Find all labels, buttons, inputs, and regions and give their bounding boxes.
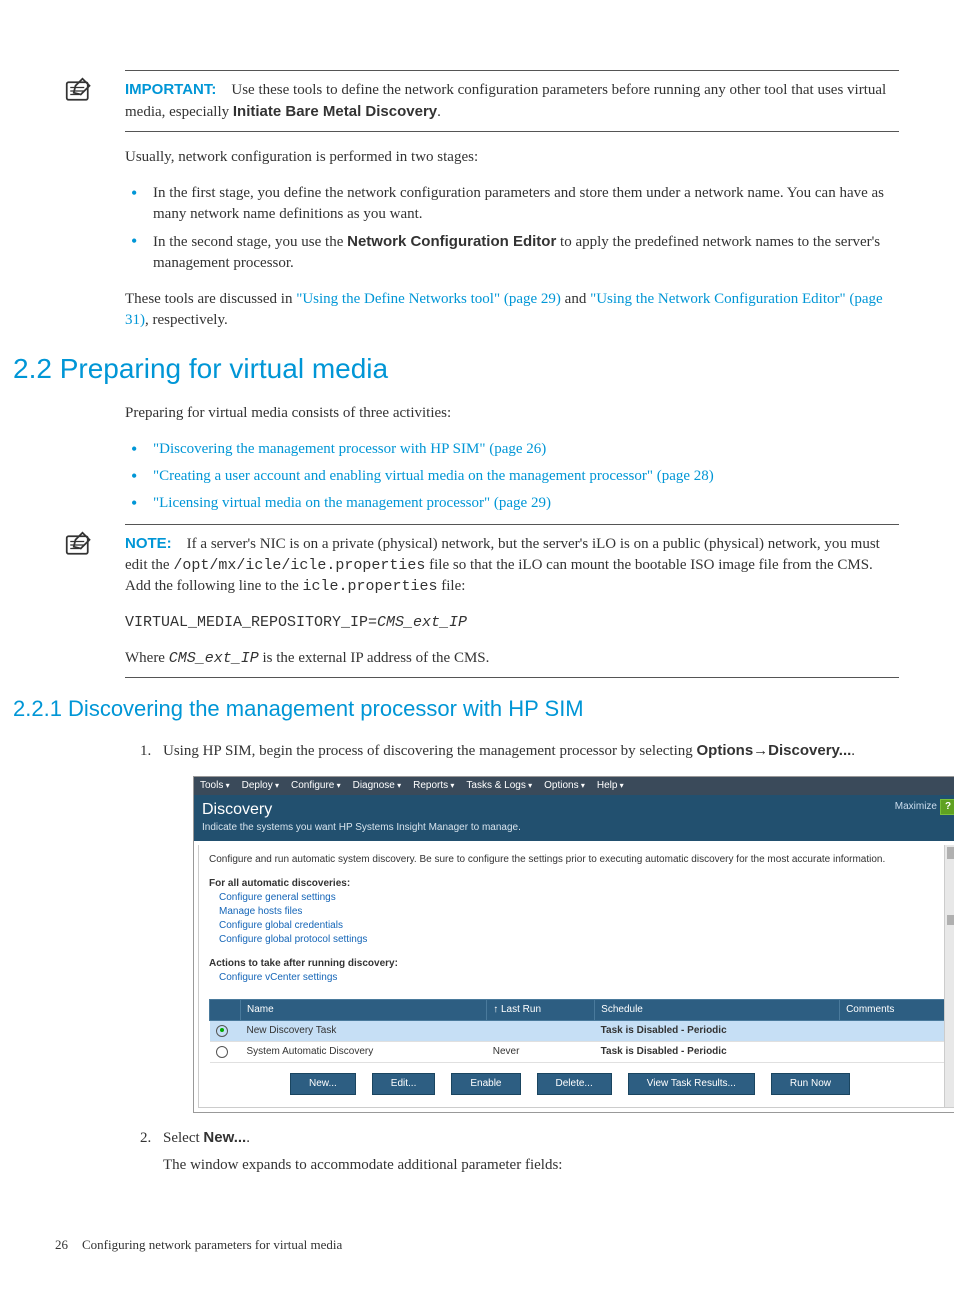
prep-intro: Preparing for virtual media consists of … <box>125 403 899 424</box>
list-item: In the second stage, you use the Network… <box>125 231 899 274</box>
scrollbar[interactable] <box>944 845 954 1107</box>
help-icon[interactable]: ? <box>940 799 954 815</box>
where-text: Where CMS_ext_IP is the external IP addr… <box>125 648 899 669</box>
steps-list: Using HP SIM, begin the process of disco… <box>115 740 899 1176</box>
tools-paragraph: These tools are discussed in "Using the … <box>125 289 899 331</box>
cell-schedule: Task is Disabled - Periodic <box>595 1021 840 1042</box>
menu-reports[interactable]: Reports <box>413 779 454 793</box>
link-manage-hosts[interactable]: Manage hosts files <box>219 905 931 919</box>
group-label: Actions to take after running discovery: <box>209 957 931 971</box>
cell-name[interactable]: System Automatic Discovery <box>241 1042 487 1063</box>
link-vcenter-settings[interactable]: Configure vCenter settings <box>219 971 931 985</box>
th-schedule[interactable]: Schedule <box>595 1000 840 1021</box>
menu-tools[interactable]: Tools <box>200 779 230 793</box>
th-last-run[interactable]: Last Run <box>487 1000 595 1021</box>
note-icon <box>65 77 93 105</box>
list-item: "Licensing virtual media on the manageme… <box>125 493 899 514</box>
view-task-results-button[interactable]: View Task Results... <box>628 1073 755 1095</box>
step-item: Select New.... The window expands to acc… <box>155 1127 899 1176</box>
desc-text: Configure and run automatic system disco… <box>209 853 931 867</box>
list-item: "Creating a user account and enabling vi… <box>125 466 899 487</box>
important-callout: IMPORTANT: Use these tools to define the… <box>125 70 899 132</box>
edit-button[interactable]: Edit... <box>372 1073 436 1095</box>
th-comments[interactable]: Comments <box>840 1000 949 1021</box>
cell-last-run: Never <box>487 1042 595 1063</box>
step-subtext: The window expands to accommodate additi… <box>163 1155 899 1176</box>
code-line: VIRTUAL_MEDIA_REPOSITORY_IP=CMS_ext_IP <box>125 612 899 633</box>
group-label: For all automatic discoveries: <box>209 877 931 891</box>
new-button[interactable]: New... <box>290 1073 356 1095</box>
menu-configure[interactable]: Configure <box>291 779 341 793</box>
note-icon <box>65 531 93 559</box>
subsection-heading: 2.2.1 Discovering the management process… <box>13 694 899 725</box>
panel-header: Discovery Indicate the systems you want … <box>194 795 954 841</box>
link-discovering-mp[interactable]: "Discovering the management processor wi… <box>153 441 546 457</box>
link-creating-user[interactable]: "Creating a user account and enabling vi… <box>153 468 714 484</box>
th-name[interactable]: Name <box>241 1000 487 1021</box>
discovery-screenshot: Tools Deploy Configure Diagnose Reports … <box>193 776 954 1113</box>
cell-name[interactable]: New Discovery Task <box>241 1021 487 1042</box>
intro-text: Usually, network configuration is perfor… <box>125 147 899 168</box>
table-row[interactable]: System Automatic Discovery Never Task is… <box>210 1042 949 1063</box>
link-global-credentials[interactable]: Configure global credentials <box>219 919 931 933</box>
section-heading: 2.2 Preparing for virtual media <box>13 349 899 388</box>
action-buttons: New... Edit... Enable Delete... View Tas… <box>209 1073 931 1095</box>
step-item: Using HP SIM, begin the process of disco… <box>155 740 899 1113</box>
menu-diagnose[interactable]: Diagnose <box>353 779 402 793</box>
important-label: IMPORTANT: <box>125 81 216 98</box>
menu-deploy[interactable]: Deploy <box>242 779 279 793</box>
menu-tasks-logs[interactable]: Tasks & Logs <box>466 779 532 793</box>
list-item: "Discovering the management processor wi… <box>125 439 899 460</box>
important-bold: Initiate Bare Metal Discovery <box>233 103 437 120</box>
link-licensing-vm[interactable]: "Licensing virtual media on the manageme… <box>153 495 551 511</box>
menu-options[interactable]: Options <box>544 779 585 793</box>
table-row[interactable]: New Discovery Task Task is Disabled - Pe… <box>210 1021 949 1042</box>
panel-body: Configure and run automatic system disco… <box>198 845 954 1108</box>
run-now-button[interactable]: Run Now <box>771 1073 850 1095</box>
delete-button[interactable]: Delete... <box>537 1073 612 1095</box>
menu-help[interactable]: Help <box>597 779 624 793</box>
stages-list: In the first stage, you define the netwo… <box>125 183 899 274</box>
activities-list: "Discovering the management processor wi… <box>125 439 899 514</box>
cell-schedule: Task is Disabled - Periodic <box>595 1042 840 1063</box>
footer-title: Configuring network parameters for virtu… <box>82 1236 342 1254</box>
radio-icon[interactable] <box>216 1046 228 1058</box>
list-item: In the first stage, you define the netwo… <box>125 183 899 225</box>
note-label: NOTE: <box>125 535 172 552</box>
radio-selected-icon[interactable] <box>216 1025 228 1037</box>
maximize-link[interactable]: Maximize <box>895 800 937 814</box>
page-number: 26 <box>55 1236 68 1254</box>
link-define-networks[interactable]: "Using the Define Networks tool" (page 2… <box>296 291 561 307</box>
panel-title: Discovery <box>202 799 521 821</box>
link-general-settings[interactable]: Configure general settings <box>219 891 931 905</box>
menu-bar: Tools Deploy Configure Diagnose Reports … <box>194 777 954 795</box>
enable-button[interactable]: Enable <box>451 1073 520 1095</box>
link-global-protocol[interactable]: Configure global protocol settings <box>219 933 931 947</box>
panel-subtitle: Indicate the systems you want HP Systems… <box>202 821 521 835</box>
note-callout: NOTE: If a server's NIC is on a private … <box>125 524 899 678</box>
page-footer: 26 Configuring network parameters for vi… <box>55 1236 899 1254</box>
discovery-table: Name Last Run Schedule Comments New Disc… <box>209 999 949 1063</box>
